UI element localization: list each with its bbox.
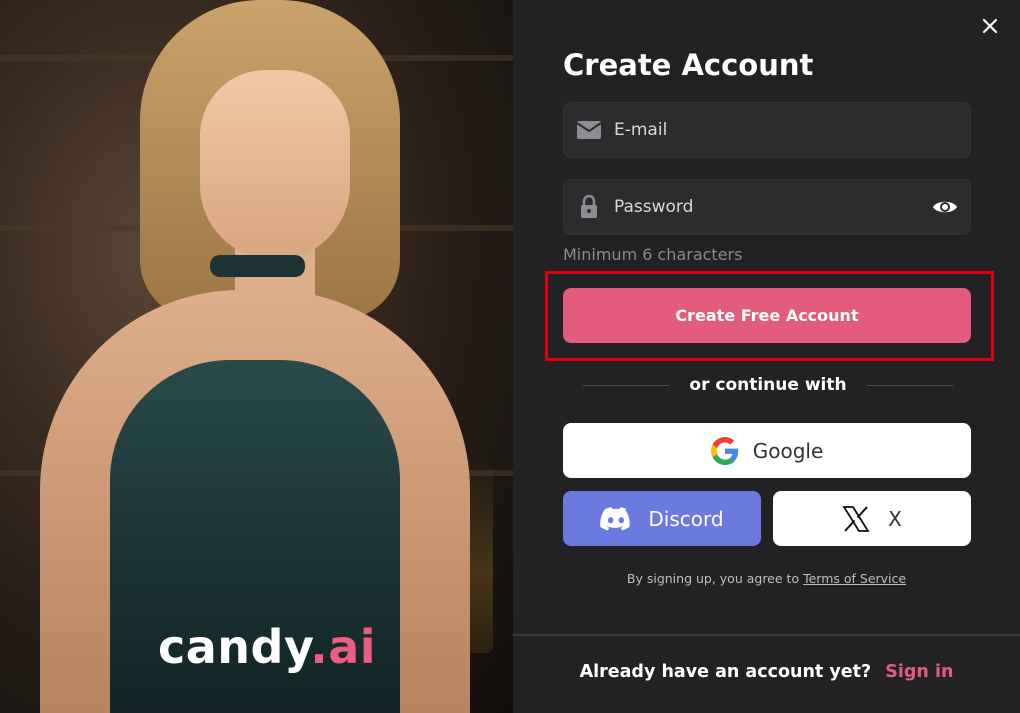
terms-of-service-link[interactable]: Terms of Service (803, 571, 906, 586)
or-continue-divider: or continue with (583, 374, 953, 396)
password-input[interactable] (614, 197, 930, 217)
discord-icon (600, 506, 632, 531)
sign-in-link[interactable]: Sign in (885, 662, 953, 682)
google-icon (710, 436, 739, 465)
form-title: Create Account (563, 48, 814, 82)
close-icon (982, 18, 998, 34)
signup-panel: Create Account E-mail Minimum 6 characte… (513, 0, 1020, 713)
google-label: Google (752, 438, 824, 463)
email-input[interactable] (614, 120, 970, 140)
signin-prompt: Already have an account yet? Sign in (579, 662, 954, 682)
password-field[interactable] (563, 179, 971, 235)
discord-label: Discord (648, 506, 724, 531)
terms-text: By signing up, you agree to Terms of Ser… (626, 571, 907, 586)
signup-modal: candy.ai Create Account E-mail Minimum 6… (0, 0, 1020, 713)
create-account-button[interactable]: Create Free Account (563, 288, 971, 343)
divider-text: or continue with (689, 375, 847, 395)
google-signin-button[interactable]: Google (563, 423, 971, 478)
lock-icon (576, 194, 602, 220)
discord-signin-button[interactable]: Discord (563, 491, 761, 546)
x-label: X (888, 506, 902, 531)
email-field[interactable] (563, 102, 971, 158)
close-button[interactable] (976, 12, 1004, 40)
hero-image: candy.ai (0, 0, 513, 713)
x-signin-button[interactable]: X (773, 491, 971, 546)
eye-icon (933, 201, 957, 213)
brand-logo: candy.ai (158, 620, 377, 674)
mail-icon (576, 117, 602, 143)
x-icon (842, 505, 870, 533)
password-hint: Minimum 6 characters (563, 245, 743, 264)
footer-divider (513, 634, 1020, 636)
toggle-password-visibility[interactable] (930, 192, 960, 222)
